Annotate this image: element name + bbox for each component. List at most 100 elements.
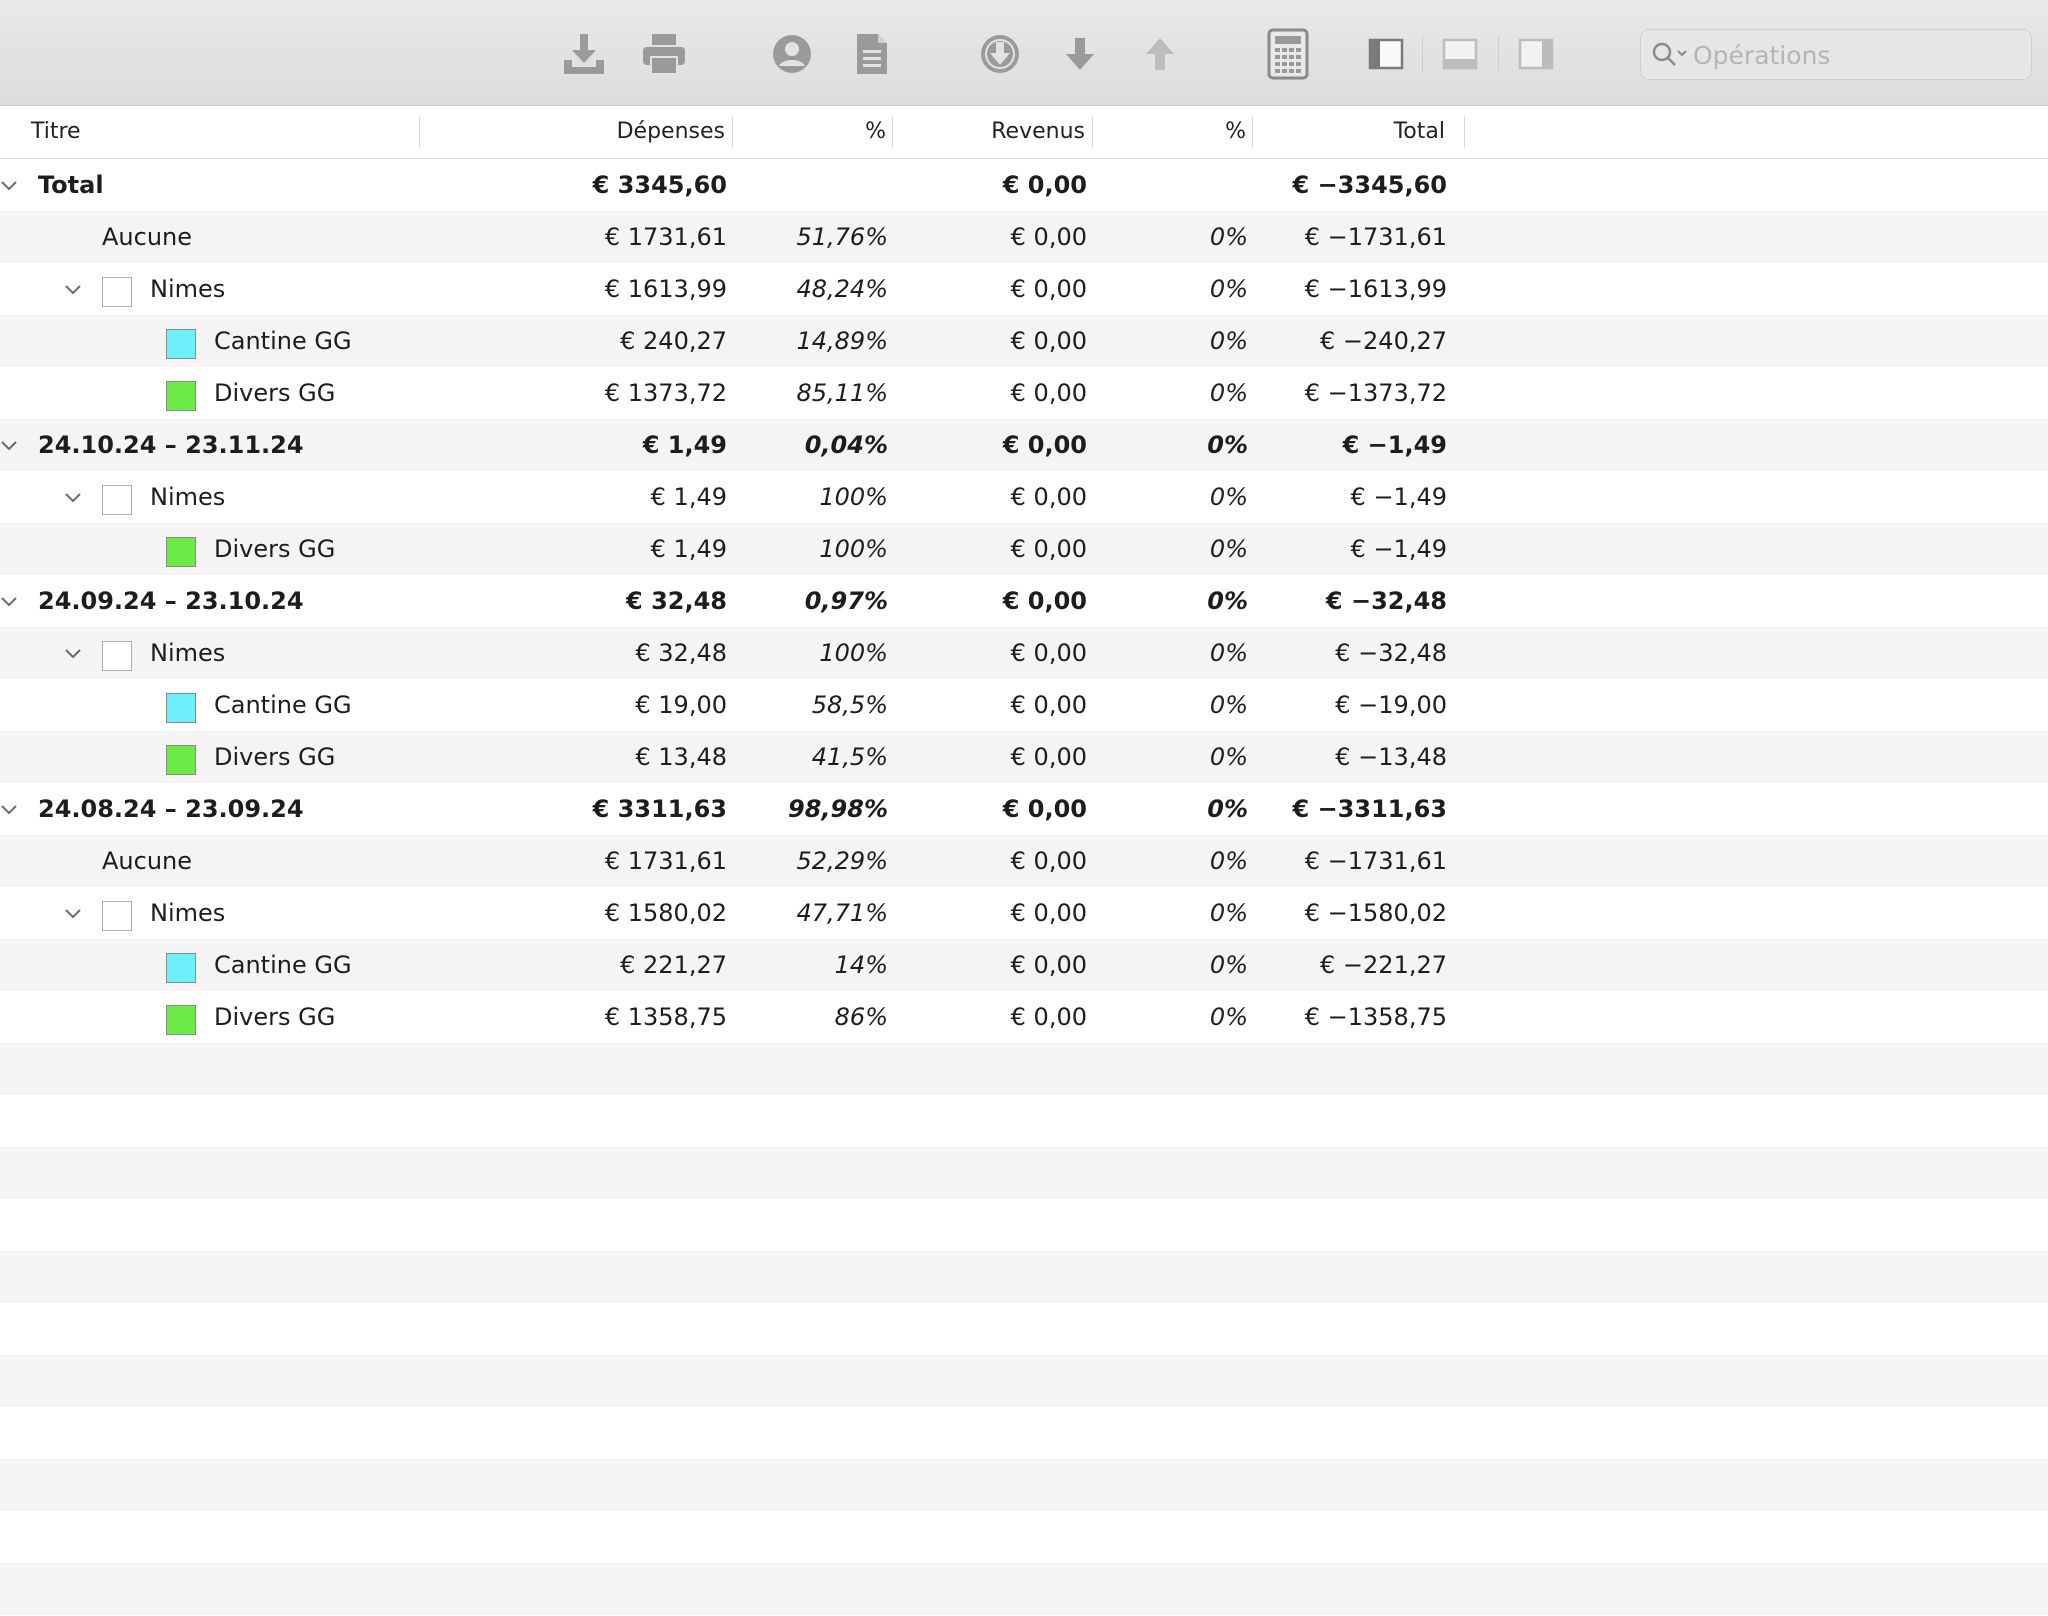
percent-revenus-cell: 0% [1209,483,1248,511]
percent-revenus-cell: 0% [1209,327,1248,355]
toolbar-separator [1498,36,1499,72]
color-swatch [166,953,196,983]
toggle-left-panel-button[interactable] [1360,28,1412,80]
chevron-down-icon[interactable] [0,800,18,818]
chevron-down-icon[interactable] [0,176,18,194]
category-row[interactable]: Nimes € 1580,02 47,71% € 0,00 0% € −1580,02 [0,887,2048,939]
toolbar [0,0,2048,106]
total-cell: € −240,27 [1320,327,1447,355]
account-button[interactable] [766,28,818,80]
revenus-cell: € 0,00 [1010,327,1087,355]
total-cell: € −1731,61 [1304,223,1447,251]
percent-depenses-cell: 100% [819,639,888,667]
toggle-bottom-panel-button[interactable] [1434,28,1486,80]
revenus-cell: € 0,00 [1010,951,1087,979]
subcategory-row[interactable]: Cantine GG € 19,00 58,5% € 0,00 0% € −19,00 [0,679,2048,731]
row-title: Nimes [150,639,226,667]
row-title: Divers GG [214,1003,336,1031]
subcategory-row[interactable]: Divers GG € 1358,75 86% € 0,00 0% € −1358,75 [0,991,2048,1043]
row-title: Aucune [102,847,193,875]
sidebar-left-icon [1368,38,1404,70]
color-swatch[interactable] [102,901,132,931]
group-row[interactable]: 24.10.24 – 23.11.24 € 1,49 0,04% € 0,00 0% € … [0,419,2048,471]
empty-row [0,1511,2048,1563]
row-title: Cantine GG [214,691,352,719]
percent-revenus-cell: 0% [1209,847,1248,875]
column-header-percent-revenus[interactable]: % [1093,106,1246,158]
percent-depenses-cell: 86% [834,1003,888,1031]
percent-depenses-cell: 41,5% [811,743,888,771]
subcategory-row[interactable]: Cantine GG € 221,27 14% € 0,00 0% € −221,27 [0,939,2048,991]
percent-depenses-cell: 48,24% [796,275,888,303]
category-row[interactable]: Nimes € 1613,99 48,24% € 0,00 0% € −1613,99 [0,263,2048,315]
column-header-revenus[interactable]: Revenus [893,106,1085,158]
total-cell: € −13,48 [1335,743,1447,771]
color-swatch[interactable] [102,641,132,671]
total-cell: € −19,00 [1335,691,1447,719]
revenus-cell: € 0,00 [1010,1003,1087,1031]
depenses-cell: € 1,49 [650,535,727,563]
depenses-cell: € 1,49 [642,431,727,459]
group-row[interactable]: 24.09.24 – 23.10.24 € 32,48 0,97% € 0,00 0% €… [0,575,2048,627]
color-swatch[interactable] [102,277,132,307]
column-header-titre[interactable]: Titre [31,106,81,158]
print-button[interactable] [638,28,690,80]
total-cell: € −3311,63 [1292,795,1447,823]
category-row[interactable]: Aucune € 1731,61 51,76% € 0,00 0% € −1731,61 [0,211,2048,263]
empty-row [0,1355,2048,1407]
subcategory-row[interactable]: Cantine GG € 240,27 14,89% € 0,00 0% € −240,2… [0,315,2048,367]
total-cell: € −1613,99 [1304,275,1447,303]
empty-row [0,1043,2048,1095]
account-icon [773,35,811,73]
color-swatch [166,745,196,775]
category-row[interactable]: Nimes € 32,48 100% € 0,00 0% € −32,48 [0,627,2048,679]
chevron-down-icon[interactable] [0,592,18,610]
column-header-percent-depenses[interactable]: % [733,106,886,158]
depenses-cell: € 1731,61 [604,223,727,251]
column-header-total[interactable]: Total [1253,106,1445,158]
revenus-cell: € 0,00 [1002,587,1087,615]
search-input[interactable] [1691,36,2025,75]
search-icon[interactable] [1651,41,1689,69]
chevron-down-icon[interactable] [0,436,18,454]
column-header-depenses[interactable]: Dépenses [420,106,725,158]
category-row[interactable]: Aucune € 1731,61 52,29% € 0,00 0% € −1731,61 [0,835,2048,887]
revenus-cell: € 0,00 [1002,795,1087,823]
search-field[interactable] [1640,29,2032,80]
group-row[interactable]: 24.08.24 – 23.09.24 € 3311,63 98,98% € 0,00… [0,783,2048,835]
percent-revenus-cell: 0% [1209,639,1248,667]
calculator-button[interactable] [1262,28,1314,80]
chevron-down-icon[interactable] [64,904,82,922]
revenus-cell: € 0,00 [1002,171,1087,199]
move-up-button[interactable] [1134,28,1186,80]
chevron-down-icon[interactable] [64,488,82,506]
percent-depenses-cell: 47,71% [796,899,888,927]
toggle-right-panel-button[interactable] [1510,28,1562,80]
revenus-cell: € 0,00 [1010,847,1087,875]
color-swatch[interactable] [102,485,132,515]
group-row[interactable]: Total € 3345,60 € 0,00 € −3345,60 [0,159,2048,211]
revenus-cell: € 0,00 [1010,379,1087,407]
depenses-cell: € 13,48 [635,743,727,771]
depenses-cell: € 1731,61 [604,847,727,875]
revenus-cell: € 0,00 [1010,275,1087,303]
move-down-button[interactable] [1054,28,1106,80]
column-divider[interactable] [1464,116,1465,148]
panel-bottom-icon [1442,38,1478,70]
download-circle-button[interactable] [974,28,1026,80]
row-title: Nimes [150,899,226,927]
chevron-down-icon[interactable] [64,644,82,662]
document-button[interactable] [846,28,898,80]
percent-depenses-cell: 100% [819,483,888,511]
subcategory-row[interactable]: Divers GG € 13,48 41,5% € 0,00 0% € −13,48 [0,731,2048,783]
total-cell: € −1,49 [1350,535,1447,563]
depenses-cell: € 1,49 [650,483,727,511]
percent-revenus-cell: 0% [1209,535,1248,563]
subcategory-row[interactable]: Divers GG € 1,49 100% € 0,00 0% € −1,49 [0,523,2048,575]
subcategory-row[interactable]: Divers GG € 1373,72 85,11% € 0,00 0% € −1373,… [0,367,2048,419]
export-button[interactable] [558,28,610,80]
category-row[interactable]: Nimes € 1,49 100% € 0,00 0% € −1,49 [0,471,2048,523]
row-title: Cantine GG [214,951,352,979]
chevron-down-icon[interactable] [64,280,82,298]
sidebar-right-icon [1518,38,1554,70]
